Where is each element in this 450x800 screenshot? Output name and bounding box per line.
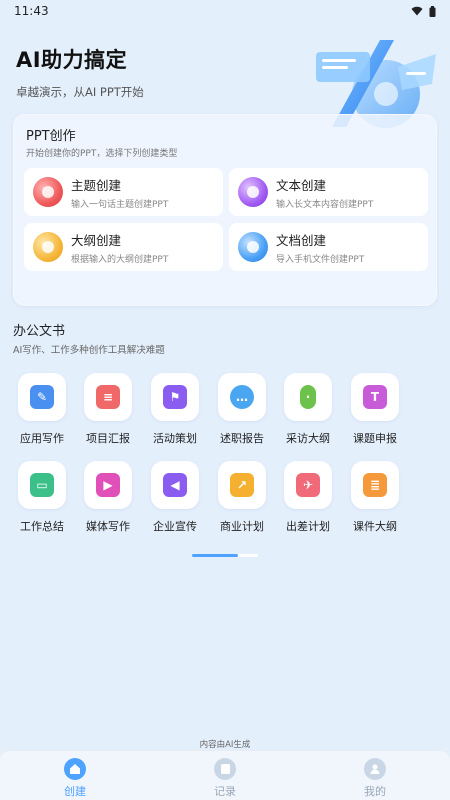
tool-label: 应用写作 <box>20 432 64 445</box>
battery-icon <box>429 5 436 17</box>
ppt-section-title: PPT创作 <box>26 129 76 144</box>
nav-records[interactable]: 记录 <box>150 751 300 800</box>
tool-business-plan[interactable]: ↗ 商业计划 <box>212 461 272 534</box>
outline-create-desc: 根据输入的大纲创建PPT <box>71 254 169 265</box>
wifi-icon <box>411 6 423 16</box>
tool-label: 出差计划 <box>286 520 330 533</box>
tool-applied-writing[interactable]: ✎ 应用写作 <box>12 373 72 446</box>
nav-create-label: 创建 <box>64 785 86 798</box>
ai-generated-note: 内容由AI生成 <box>199 740 251 750</box>
page-indicator <box>192 554 258 557</box>
hero: AI助力搞定 卓越演示，从AI PPT开始 <box>16 44 144 100</box>
tool-label: 商业计划 <box>220 520 264 533</box>
hero-subtitle: 卓越演示，从AI PPT开始 <box>16 85 144 99</box>
office-section-title: 办公文书 <box>13 324 66 339</box>
text-create-button[interactable]: 文本创建 输入长文本内容创建PPT <box>229 168 428 216</box>
records-icon <box>214 758 236 780</box>
ppt-section-subtitle: 开始创建你的PPT，选择下列创建类型 <box>26 149 178 159</box>
home-icon <box>64 758 86 780</box>
document-create-button[interactable]: 文档创建 导入手机文件创建PPT <box>229 223 428 271</box>
tool-label: 企业宣传 <box>153 520 197 533</box>
tool-label: 采访大纲 <box>286 432 330 445</box>
page-indicator-active <box>192 554 238 557</box>
tool-label: 活动策划 <box>153 432 197 445</box>
tool-label: 项目汇报 <box>86 432 130 445</box>
tool-work-summary[interactable]: ▭ 工作总结 <box>12 461 72 534</box>
tool-label: 工作总结 <box>20 520 64 533</box>
tool-label: 课件大纲 <box>353 520 397 533</box>
theme-create-title: 主题创建 <box>71 177 122 193</box>
text-t-icon: T <box>363 385 387 409</box>
document-create-desc: 导入手机文件创建PPT <box>276 254 365 265</box>
office-section-subtitle: AI写作、工作多种创作工具解决难题 <box>13 345 165 356</box>
video-camera-icon: ▶ <box>96 473 120 497</box>
status-icons <box>411 5 436 17</box>
pen-doc-icon: ✎ <box>30 385 54 409</box>
tool-project-application[interactable]: T 课题申报 <box>345 373 405 446</box>
briefcase-icon: ▭ <box>30 473 54 497</box>
hero-title: AI助力搞定 <box>16 48 128 72</box>
megaphone-icon: ◀ <box>163 473 187 497</box>
report-icon: ≡ <box>96 385 120 409</box>
text-create-title: 文本创建 <box>276 177 327 193</box>
tool-courseware-outline[interactable]: ≣ 课件大纲 <box>345 461 405 534</box>
document-orb-icon <box>238 232 268 262</box>
profile-icon <box>364 758 386 780</box>
nav-records-label: 记录 <box>214 785 236 798</box>
bottom-nav: 创建 记录 我的 <box>0 750 450 800</box>
outline-create-title: 大纲创建 <box>71 232 122 248</box>
microphone-icon: · <box>300 385 316 409</box>
tool-project-report[interactable]: ≡ 项目汇报 <box>78 373 138 446</box>
flag-icon: ⚑ <box>163 385 187 409</box>
tool-work-report[interactable]: … 述职报告 <box>212 373 272 446</box>
scroll-icon: ≣ <box>363 473 387 497</box>
nav-profile-label: 我的 <box>364 785 386 798</box>
nav-profile[interactable]: 我的 <box>300 751 450 800</box>
chat-bubble-icon: … <box>230 385 254 409</box>
tool-business-trip-plan[interactable]: ✈ 出差计划 <box>278 461 338 534</box>
tool-corporate-promotion[interactable]: ◀ 企业宣传 <box>145 461 205 534</box>
trend-chart-icon: ↗ <box>230 473 254 497</box>
tool-media-writing[interactable]: ▶ 媒体写作 <box>78 461 138 534</box>
document-create-title: 文档创建 <box>276 232 327 248</box>
outline-create-button[interactable]: 大纲创建 根据输入的大纲创建PPT <box>24 223 223 271</box>
tool-label: 媒体写作 <box>86 520 130 533</box>
tool-label: 述职报告 <box>220 432 264 445</box>
tool-interview-outline[interactable]: · 采访大纲 <box>278 373 338 446</box>
theme-create-desc: 输入一句话主题创建PPT <box>71 199 169 210</box>
airplane-icon: ✈ <box>296 473 320 497</box>
outline-orb-icon <box>33 232 63 262</box>
status-bar: 11:43 <box>0 0 450 22</box>
theme-orb-icon <box>33 177 63 207</box>
text-orb-icon <box>238 177 268 207</box>
ppt-creation-card: PPT创作 开始创建你的PPT，选择下列创建类型 主题创建 输入一句话主题创建P… <box>13 114 437 306</box>
text-create-desc: 输入长文本内容创建PPT <box>276 199 374 210</box>
nav-create[interactable]: 创建 <box>0 751 150 800</box>
tool-event-planning[interactable]: ⚑ 活动策划 <box>145 373 205 446</box>
status-time: 11:43 <box>14 4 49 18</box>
tool-label: 课题申报 <box>353 432 397 445</box>
theme-create-button[interactable]: 主题创建 输入一句话主题创建PPT <box>24 168 223 216</box>
